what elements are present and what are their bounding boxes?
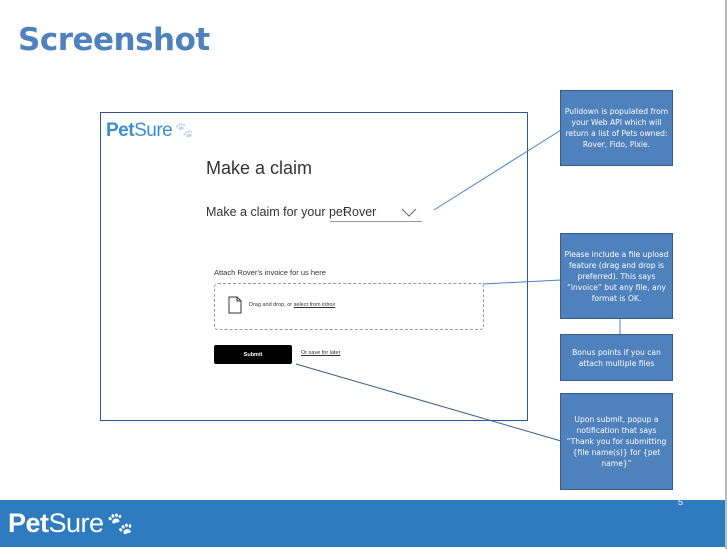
callout-multiple-files: Bonus points if you can attach multiple … [560, 334, 673, 381]
footer-logo: PetSure🐾︎ [8, 508, 135, 538]
paw-icon: 🐾︎ [104, 511, 135, 538]
connector-line [433, 129, 562, 211]
callout-pulldown: Pulldown is populated from your Web API … [560, 90, 673, 166]
callout-file-upload: Please include a file upload feature (dr… [560, 233, 673, 319]
callout-submit-notification: Upon submit, popup a notification that s… [560, 393, 673, 490]
connector-line [295, 363, 562, 442]
connector-line [482, 279, 562, 285]
page-number: 5 [678, 497, 684, 507]
